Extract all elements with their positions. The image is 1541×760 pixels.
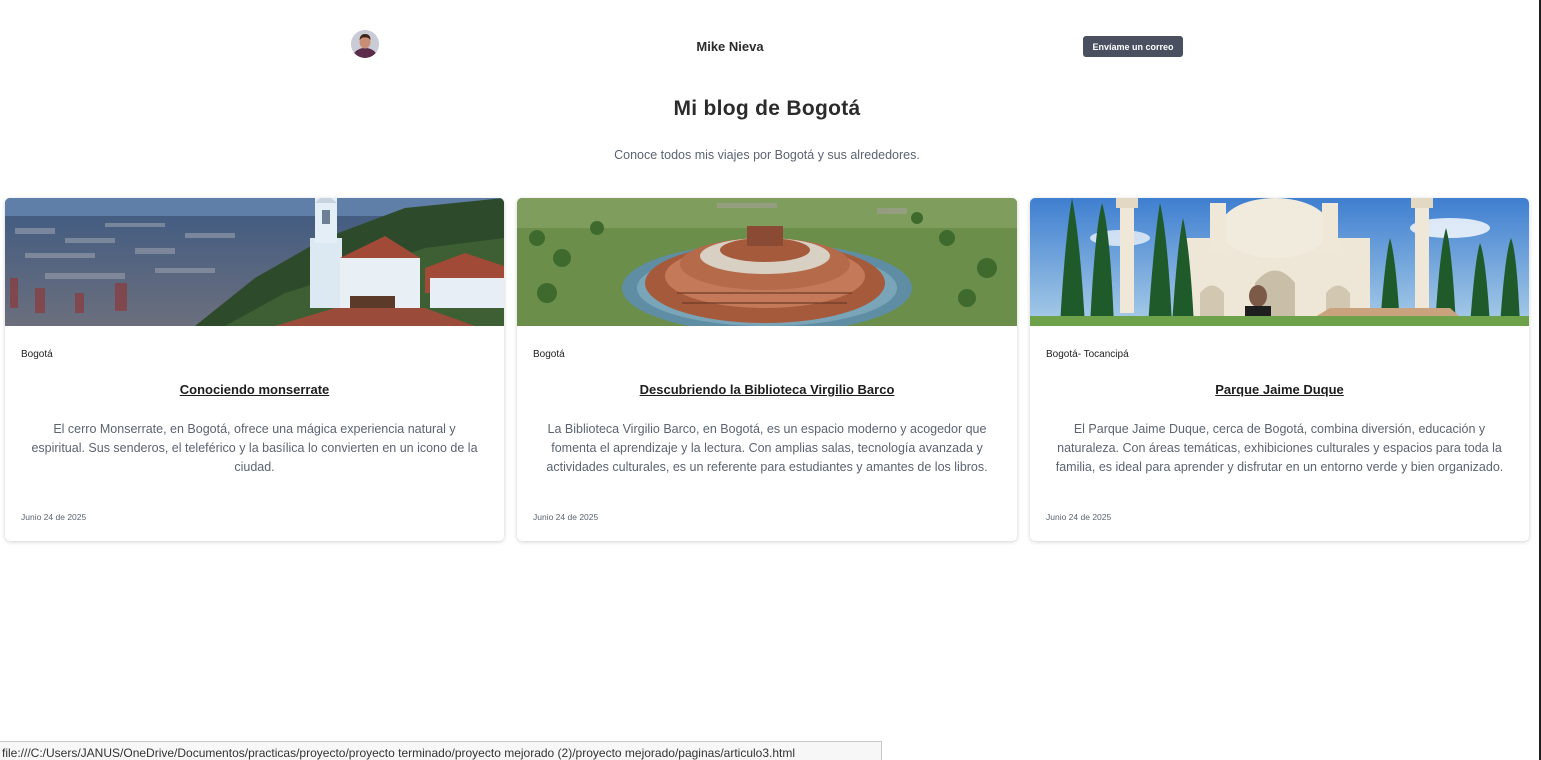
article-title-link[interactable]: Parque Jaime Duque [1030, 382, 1529, 397]
article-card: Bogotá- Tocancipá Parque Jaime Duque El … [1030, 198, 1529, 541]
browser-status-bar-url: file:///C:/Users/JANUS/OneDrive/Document… [0, 741, 882, 760]
article-title-link[interactable]: Conociendo monserrate [5, 382, 504, 397]
page: Mike Nieva Envíame un correo Mi blog de … [0, 0, 1541, 760]
article-date: Junio 24 de 2025 [21, 512, 87, 522]
article-title-link[interactable]: Descubriendo la Biblioteca Virgilio Barc… [517, 382, 1017, 397]
article-date: Junio 24 de 2025 [1046, 512, 1112, 522]
article-image-monserrate [5, 198, 504, 326]
article-excerpt: El cerro Monserrate, en Bogotá, ofrece u… [31, 422, 478, 474]
article-excerpt: La Biblioteca Virgilio Barco, en Bogotá,… [546, 422, 988, 474]
article-image-parque-jaime-duque [1030, 198, 1529, 326]
page-subtitle: Conoce todos mis viajes por Bogotá y sus… [614, 148, 920, 162]
article-date: Junio 24 de 2025 [533, 512, 599, 522]
email-me-button[interactable]: Envíame un correo [1083, 36, 1183, 57]
article-category: Bogotá [533, 349, 565, 360]
article-category: Bogotá [21, 349, 53, 360]
page-title: Mi blog de Bogotá [673, 97, 861, 120]
author-avatar [351, 30, 379, 58]
article-excerpt: El Parque Jaime Duque, cerca de Bogotá, … [1055, 422, 1504, 474]
article-image-biblioteca [517, 198, 1017, 326]
author-name: Mike Nieva [696, 39, 764, 54]
article-category: Bogotá- Tocancipá [1046, 349, 1129, 360]
site-header: Mike Nieva Envíame un correo [0, 30, 1541, 60]
article-card: Bogotá Conociendo monserrate El cerro Mo… [5, 198, 504, 541]
article-card: Bogotá Descubriendo la Biblioteca Virgil… [517, 198, 1017, 541]
